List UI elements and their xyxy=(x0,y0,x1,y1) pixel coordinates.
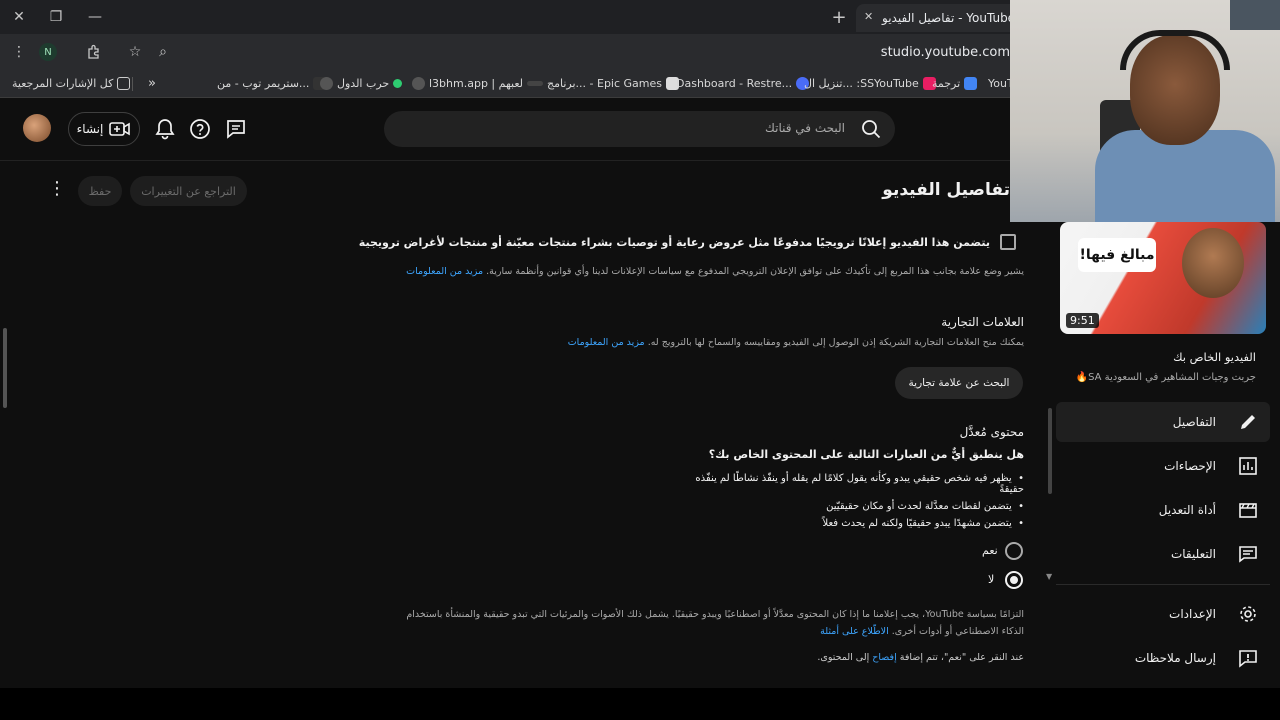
headphones-shape xyxy=(1120,30,1230,70)
translate-icon xyxy=(964,77,978,90)
editor-icon xyxy=(1239,503,1257,518)
more-bookmarks-chevron-icon[interactable]: » xyxy=(148,76,156,91)
search-brand-button[interactable]: البحث عن علامة تجارية xyxy=(895,367,1023,399)
all-bookmarks-folder[interactable]: كل الإشارات المرجعية xyxy=(12,77,131,90)
video-title: جربت وجبات المشاهير في السعودية SA🔥 xyxy=(1075,372,1256,383)
radio-yes[interactable] xyxy=(1005,542,1023,560)
create-video-icon xyxy=(109,122,131,136)
pencil-icon xyxy=(1241,415,1255,429)
page-title: تفاصيل الفيديو xyxy=(882,180,1010,200)
bookmark-star-icon[interactable]: ☆ xyxy=(120,37,150,67)
notifications-bell-icon[interactable] xyxy=(152,116,178,142)
list-item: • يظهر فيه شخص حقيقي يبدو وكأنه يقول كلا… xyxy=(695,473,1024,495)
globe-icon xyxy=(320,77,333,90)
radio-yes-label: نعم xyxy=(982,544,998,557)
list-item: • يتضمن مشهدًا يبدو حقيقيًا ولكنه لم يحد… xyxy=(822,518,1024,529)
bottom-bar xyxy=(0,688,1280,720)
minimize-window-icon[interactable]: — xyxy=(80,2,110,32)
paid-promotion-checkbox[interactable] xyxy=(1000,234,1016,250)
altered-content-heading: محتوى مُعدَّل xyxy=(959,425,1024,439)
bookmark-item[interactable]: تنزيل ال... :SSYouTube xyxy=(804,77,936,90)
more-options-icon[interactable]: ⋮ xyxy=(46,178,68,204)
search-input[interactable]: البحث في قناتك xyxy=(765,121,845,135)
analytics-icon xyxy=(1239,457,1257,475)
gear-icon xyxy=(1240,606,1256,622)
save-button[interactable]: حفظ xyxy=(78,176,122,206)
bookmark-item[interactable]: ترجمة xyxy=(932,77,978,90)
divider xyxy=(132,77,133,91)
thumbnail-person xyxy=(1182,228,1244,298)
video-details-main: ⋮ حفظ التراجع عن التغييرات تفاصيل الفيدي… xyxy=(0,160,1046,688)
folder-icon xyxy=(117,77,131,90)
send-feedback-header-icon[interactable] xyxy=(223,116,249,142)
paid-promotion-description: يشير وضع علامة بجانب هذا المربع إلى تأكي… xyxy=(406,266,1024,277)
site-icon xyxy=(527,81,544,86)
promo-more-info-link[interactable]: مزيد من المعلومات xyxy=(406,266,483,277)
webcam-overlay xyxy=(1010,0,1280,222)
disclosure-link[interactable]: إفصاح xyxy=(872,652,896,663)
search-icon[interactable] xyxy=(861,119,881,139)
paid-promotion-label: يتضمن هذا الفيديو إعلانًا ترويجيًا مدفوع… xyxy=(358,236,990,249)
altered-policy-text: التزامًا بسياسة YouTube، يجب إعلامنا ما … xyxy=(406,609,1024,637)
left-scrollbar[interactable] xyxy=(3,328,7,408)
brands-description: يمكنك منح العلامات التجارية الشريكة إذن … xyxy=(567,337,1024,348)
new-tab-icon[interactable]: + xyxy=(824,2,854,32)
create-button[interactable]: إنشاء xyxy=(68,112,140,146)
address-bar[interactable]: studio.youtube.com xyxy=(881,45,1010,60)
radio-no[interactable] xyxy=(1005,571,1023,589)
bookmark-item[interactable]: ستريمر توب - من... xyxy=(217,77,327,90)
radio-no-label: لا xyxy=(988,573,995,586)
channel-avatar[interactable] xyxy=(23,114,51,142)
site-search-icon[interactable]: ⌕ xyxy=(148,37,178,67)
thumbnail-caption: مبالغ فيها! xyxy=(1078,238,1156,272)
comments-icon xyxy=(1239,546,1257,563)
sidebar-item-details[interactable]: التفاصيل xyxy=(1056,402,1270,442)
undo-changes-button[interactable]: التراجع عن التغييرات xyxy=(130,176,247,206)
divider xyxy=(1056,584,1270,585)
sidebar-item-editor[interactable]: أداة التعديل xyxy=(1056,490,1270,530)
profile-avatar[interactable]: N xyxy=(39,43,57,61)
divider xyxy=(0,160,1046,161)
channel-search[interactable]: البحث في قناتك xyxy=(384,111,895,147)
close-tab-icon[interactable]: ✕ xyxy=(864,10,873,23)
scroll-down-chevron-icon[interactable]: ▼ xyxy=(1046,572,1052,581)
video-sidebar: مبالغ فيها! 9:51 الفيديو الخاص بك جربت و… xyxy=(1046,160,1280,688)
tab-youtube-studio[interactable]: ✕ YouTube Studio - تفاصيل الفيديو xyxy=(856,4,1057,32)
brands-heading: العلامات التجارية xyxy=(941,315,1024,329)
altered-content-question: هل ينطبق أيٌّ من العبارات التالية على ال… xyxy=(708,448,1024,461)
extensions-icon[interactable] xyxy=(79,37,109,67)
close-window-icon[interactable]: ✕ xyxy=(4,2,34,32)
bookmark-item[interactable]: حرب الدول xyxy=(320,77,403,90)
sidebar-scrollbar[interactable] xyxy=(1048,408,1052,494)
globe-icon xyxy=(412,77,425,90)
sidebar-item-settings[interactable]: الإعدادات xyxy=(1056,594,1270,634)
sidebar-item-comments[interactable]: التعليقات xyxy=(1056,534,1270,574)
video-thumbnail[interactable]: مبالغ فيها! 9:51 xyxy=(1060,222,1266,334)
bookmark-item[interactable]: برنامج... - Epic Games xyxy=(547,77,680,90)
see-examples-link[interactable]: الاطّلاع على أمثلة xyxy=(820,626,889,637)
feedback-icon xyxy=(1239,650,1257,668)
altered-footnote: عند النقر على "نعم"، تتم إضافة إفصاح إلى… xyxy=(817,652,1024,663)
video-duration: 9:51 xyxy=(1066,313,1099,328)
altered-bullet-list: • يظهر فيه شخص حقيقي يبدو وكأنه يقول كلا… xyxy=(684,473,1024,529)
brands-more-info-link[interactable]: مزيد من المعلومات xyxy=(568,337,645,348)
bookmark-item[interactable]: Dashboard - Restre... xyxy=(676,77,810,90)
sidebar-item-analytics[interactable]: الإحصاءات xyxy=(1056,446,1270,486)
bookmark-item[interactable]: l3bhm.app | لعبهم xyxy=(412,77,544,90)
menu-kebab-icon[interactable]: ⋮ xyxy=(4,37,34,67)
sidebar-item-feedback[interactable]: إرسال ملاحظات xyxy=(1056,638,1270,678)
video-label: الفيديو الخاص بك xyxy=(1173,350,1256,364)
monitor-shape xyxy=(1230,0,1280,30)
help-icon[interactable] xyxy=(187,116,213,142)
dot-icon xyxy=(393,79,403,88)
list-item: • يتضمن لقطات معدَّلة لحدث أو مكان حقيقي… xyxy=(826,501,1024,512)
restore-window-icon[interactable]: ❐ xyxy=(41,2,71,32)
